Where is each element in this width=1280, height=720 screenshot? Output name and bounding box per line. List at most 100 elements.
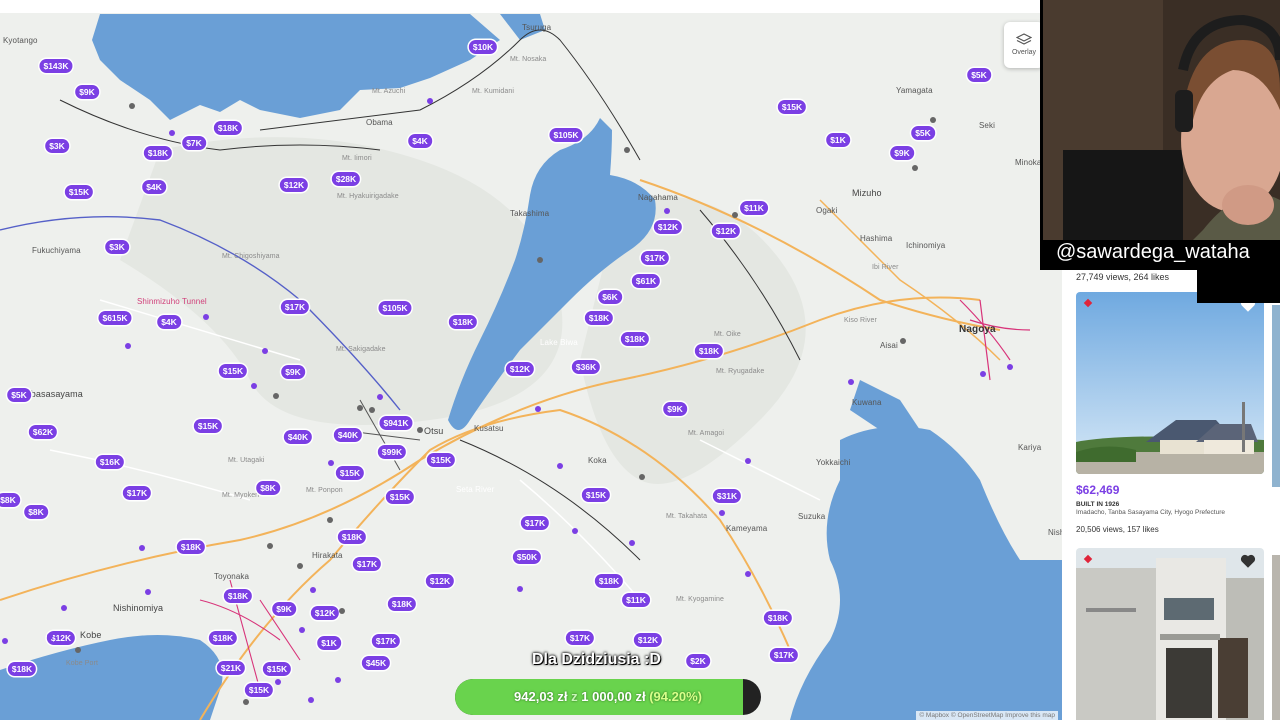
map-location-dot[interactable] — [273, 393, 279, 399]
property-price-pin[interactable]: $99K — [377, 445, 407, 459]
map-location-dot[interactable] — [369, 407, 375, 413]
property-price-pin[interactable]: $15K — [193, 419, 223, 433]
property-price-pin[interactable]: $40K — [333, 428, 363, 442]
listing-panel[interactable]: 27,749 views, 264 likes $62,469 BUILT IN… — [1062, 270, 1280, 720]
property-price-pin[interactable]: $18K — [337, 530, 367, 544]
map-location-dot[interactable] — [745, 458, 751, 464]
listing-price[interactable]: $62,469 — [1076, 483, 1264, 497]
map-location-dot[interactable] — [377, 394, 383, 400]
property-price-pin[interactable]: $9K — [890, 146, 914, 160]
property-price-pin[interactable]: $12K — [279, 178, 309, 192]
map-location-dot[interactable] — [328, 460, 334, 466]
property-price-pin[interactable]: $17K — [371, 634, 401, 648]
map-location-dot[interactable] — [980, 371, 986, 377]
property-price-pin[interactable]: $10K — [468, 40, 498, 54]
property-price-pin[interactable]: $3K — [45, 139, 69, 153]
map-location-dot[interactable] — [930, 117, 936, 123]
property-price-pin[interactable]: $18K — [7, 662, 37, 676]
property-price-pin[interactable]: $18K — [387, 597, 417, 611]
map-location-dot[interactable] — [129, 103, 135, 109]
map-location-dot[interactable] — [719, 510, 725, 516]
map-location-dot[interactable] — [339, 608, 345, 614]
map-location-dot[interactable] — [75, 647, 81, 653]
overlay-button[interactable]: Overlay — [1004, 22, 1044, 68]
property-price-pin[interactable]: $11K — [740, 201, 768, 215]
property-price-pin[interactable]: $15K — [335, 466, 365, 480]
map-location-dot[interactable] — [308, 697, 314, 703]
property-price-pin[interactable]: $21K — [216, 661, 246, 675]
property-price-pin[interactable]: $2K — [686, 654, 710, 668]
map-location-dot[interactable] — [664, 208, 670, 214]
property-price-pin[interactable]: $3K — [105, 240, 129, 254]
property-price-pin[interactable]: $941K — [379, 416, 413, 430]
property-price-pin[interactable]: $7K — [182, 136, 206, 150]
property-price-pin[interactable]: $9K — [663, 402, 687, 416]
next-card-peek[interactable] — [1272, 555, 1280, 720]
property-price-pin[interactable]: $28K — [331, 172, 361, 186]
property-price-pin[interactable]: $12K — [633, 633, 663, 647]
map-location-dot[interactable] — [47, 633, 53, 639]
property-price-pin[interactable]: $105K — [378, 301, 412, 315]
map-location-dot[interactable] — [572, 528, 578, 534]
heart-icon[interactable] — [1240, 554, 1256, 568]
property-price-pin[interactable]: $50K — [512, 550, 542, 564]
property-price-pin[interactable]: $12K — [425, 574, 455, 588]
map-location-dot[interactable] — [169, 130, 175, 136]
map-location-dot[interactable] — [297, 563, 303, 569]
property-price-pin[interactable]: $9K — [281, 365, 305, 379]
property-price-pin[interactable]: $18K — [620, 332, 650, 346]
listing-card[interactable] — [1076, 548, 1264, 720]
property-price-pin[interactable]: $17K — [769, 648, 799, 662]
map-location-dot[interactable] — [629, 540, 635, 546]
map-location-dot[interactable] — [624, 147, 630, 153]
map-location-dot[interactable] — [299, 627, 305, 633]
property-price-pin[interactable]: $9K — [272, 602, 296, 616]
property-price-pin[interactable]: $12K — [310, 606, 340, 620]
property-price-pin[interactable]: $8K — [256, 481, 280, 495]
map-location-dot[interactable] — [327, 517, 333, 523]
property-price-pin[interactable]: $11K — [622, 593, 650, 607]
map-location-dot[interactable] — [243, 699, 249, 705]
property-price-pin[interactable]: $5K — [967, 68, 991, 82]
property-price-pin[interactable]: $17K — [352, 557, 382, 571]
property-price-pin[interactable]: $17K — [280, 300, 310, 314]
property-price-pin[interactable]: $18K — [594, 574, 624, 588]
property-price-pin[interactable]: $15K — [426, 453, 456, 467]
property-price-pin[interactable]: $15K — [244, 683, 274, 697]
map-view[interactable]: Kyotango Tsuruga Obama Mt. Nosaka Mt. Kumida… — [0, 0, 1062, 720]
listing-photo[interactable] — [1076, 548, 1264, 720]
property-price-pin[interactable]: $18K — [208, 631, 238, 645]
map-location-dot[interactable] — [417, 427, 423, 433]
property-price-pin[interactable]: $18K — [213, 121, 243, 135]
property-price-pin[interactable]: $12K — [711, 224, 741, 238]
map-location-dot[interactable] — [1007, 364, 1013, 370]
property-price-pin[interactable]: $18K — [584, 311, 614, 325]
listing-card[interactable]: $62,469 BUILT IN 1926 Imadacho, Tanba Sa… — [1076, 292, 1264, 534]
property-price-pin[interactable]: $45K — [361, 656, 391, 670]
map-location-dot[interactable] — [912, 165, 918, 171]
map-location-dot[interactable] — [203, 314, 209, 320]
property-price-pin[interactable]: $4K — [142, 180, 166, 194]
map-location-dot[interactable] — [61, 605, 67, 611]
property-price-pin[interactable]: $8K — [24, 505, 48, 519]
map-location-dot[interactable] — [275, 679, 281, 685]
property-price-pin[interactable]: $615K — [98, 311, 132, 325]
property-price-pin[interactable]: $18K — [694, 344, 724, 358]
property-price-pin[interactable]: $6K — [598, 290, 622, 304]
map-location-dot[interactable] — [535, 406, 541, 412]
property-price-pin[interactable]: $9K — [75, 85, 99, 99]
property-price-pin[interactable]: $8K — [0, 493, 20, 507]
map-location-dot[interactable] — [639, 474, 645, 480]
map-location-dot[interactable] — [427, 98, 433, 104]
property-price-pin[interactable]: $18K — [223, 589, 253, 603]
property-price-pin[interactable]: $4K — [157, 315, 181, 329]
property-price-pin[interactable]: $62K — [28, 425, 58, 439]
map-location-dot[interactable] — [732, 212, 738, 218]
map-location-dot[interactable] — [262, 348, 268, 354]
property-price-pin[interactable]: $1K — [826, 133, 850, 147]
map-location-dot[interactable] — [139, 545, 145, 551]
map-location-dot[interactable] — [537, 257, 543, 263]
map-location-dot[interactable] — [848, 379, 854, 385]
map-location-dot[interactable] — [745, 571, 751, 577]
property-price-pin[interactable]: $15K — [262, 662, 292, 676]
